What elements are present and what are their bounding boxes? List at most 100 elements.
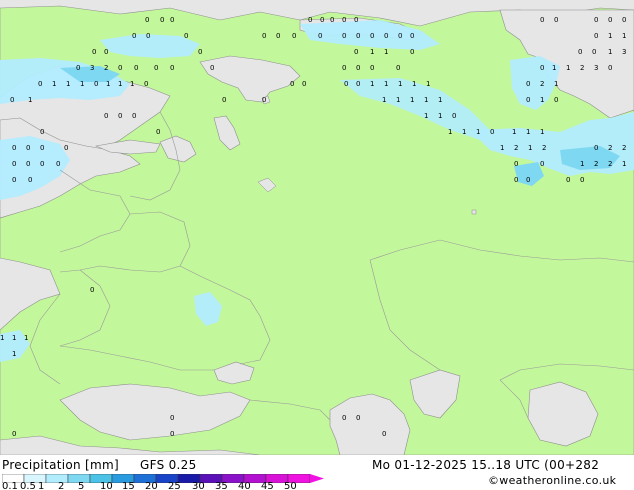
precip-amount-mark: 0 — [144, 80, 148, 88]
precip-amount-mark: 0 — [608, 16, 612, 24]
precip-amount-mark: 0 — [526, 96, 530, 104]
precip-amount-mark: 1 — [12, 350, 16, 358]
legend-overflow-arrow — [310, 474, 324, 483]
precip-amount-mark: 0 — [160, 16, 164, 24]
precip-amount-mark: 0 — [514, 176, 518, 184]
precip-amount-mark: 0 — [396, 64, 400, 72]
precip-amount-mark: 1 — [66, 80, 70, 88]
precip-amount-mark: 0 — [146, 32, 150, 40]
precip-amount-mark: 1 — [384, 48, 388, 56]
precip-amount-mark: 2 — [540, 80, 544, 88]
precip-amount-mark: 0 — [342, 64, 346, 72]
precip-amount-mark: 0 — [104, 48, 108, 56]
legend-tick-label: 45 — [261, 481, 274, 490]
precip-amount-mark: 0 — [318, 32, 322, 40]
precip-amount-mark: 0 — [410, 32, 414, 40]
legend-tick-label: 1 — [38, 481, 45, 490]
precip-amount-mark: 2 — [608, 160, 612, 168]
precip-amount-mark: 0 — [356, 414, 360, 422]
precip-amount-mark: 1 — [118, 80, 122, 88]
precip-amount-mark: 0 — [594, 32, 598, 40]
legend-tick-label: 10 — [100, 481, 113, 490]
precip-amount-mark: 0 — [40, 128, 44, 136]
precip-amount-mark: 2 — [622, 144, 626, 152]
precip-amount-mark: 2 — [542, 144, 546, 152]
map-title: Precipitation [mm] — [2, 458, 119, 472]
precip-amount-mark: 0 — [132, 112, 136, 120]
precip-amount-mark: 0 — [132, 32, 136, 40]
legend-tick-label: 35 — [215, 481, 228, 490]
precip-amount-mark: 0 — [56, 160, 60, 168]
precip-amount-mark: 1 — [476, 128, 480, 136]
precip-amount-mark: 0 — [154, 64, 158, 72]
precip-amount-mark: 1 — [28, 96, 32, 104]
precip-amount-mark: 1 — [552, 64, 556, 72]
precip-amount-mark: 1 — [566, 64, 570, 72]
precip-amount-mark: 2 — [580, 64, 584, 72]
legend-tick-label: 5 — [78, 481, 85, 490]
precipitation-map: 0000000000000000000000000110032000000000… — [0, 0, 634, 455]
precip-amount-mark: 0 — [118, 64, 122, 72]
precip-amount-mark: 1 — [438, 96, 442, 104]
precip-amount-mark: 0 — [580, 176, 584, 184]
precip-amount-mark: 0 — [64, 144, 68, 152]
precip-amount-mark: 2 — [594, 160, 598, 168]
legend-colorbar — [2, 474, 324, 483]
precip-amount-mark: 1 — [80, 80, 84, 88]
precip-amount-mark: 0 — [302, 80, 306, 88]
legend-tick-label: 0.5 — [20, 481, 36, 490]
precip-amount-mark: 1 — [462, 128, 466, 136]
legend-tick-label: 40 — [238, 481, 251, 490]
precip-amount-mark: 0 — [170, 64, 174, 72]
precip-amount-mark: 0 — [26, 160, 30, 168]
precip-amount-mark: 0 — [320, 16, 324, 24]
precip-amount-mark: 0 — [540, 64, 544, 72]
precip-amount-mark: 1 — [608, 32, 612, 40]
precip-amount-mark: 0 — [566, 176, 570, 184]
precip-amount-mark: 0 — [10, 96, 14, 104]
precip-amount-mark: 1 — [500, 144, 504, 152]
precip-amount-mark: 1 — [448, 128, 452, 136]
precip-amount-mark: 0 — [382, 430, 386, 438]
precip-amount-mark: 1 — [512, 128, 516, 136]
legend-tick-label: 0.1 — [2, 481, 18, 490]
precip-amount-mark: 1 — [424, 96, 428, 104]
precip-amount-mark: 0 — [578, 48, 582, 56]
precip-amount-mark: 1 — [0, 334, 4, 342]
precip-amount-mark: 1 — [540, 96, 544, 104]
precip-amount-mark: 0 — [12, 160, 16, 168]
credit: ©weatheronline.co.uk — [488, 474, 617, 487]
precip-amount-mark: 1 — [608, 48, 612, 56]
precip-amount-mark: 0 — [592, 48, 596, 56]
precip-amount-mark: 0 — [344, 80, 348, 88]
model-name: GFS 0.25 — [140, 458, 197, 472]
precip-amount-mark: 0 — [342, 414, 346, 422]
precip-amount-mark: 0 — [276, 32, 280, 40]
precip-amount-mark: 0 — [12, 144, 16, 152]
precip-amount-mark: 0 — [370, 64, 374, 72]
precip-amount-mark: 0 — [170, 16, 174, 24]
precip-amount-mark: 0 — [290, 80, 294, 88]
precip-amount-mark: 0 — [184, 32, 188, 40]
precip-amount-mark: 0 — [554, 96, 558, 104]
precip-amount-mark: 0 — [12, 176, 16, 184]
precip-amount-mark: 0 — [384, 32, 388, 40]
precip-amount-mark: 1 — [622, 32, 626, 40]
precip-amount-mark: 0 — [222, 96, 226, 104]
precip-amount-mark: 0 — [308, 16, 312, 24]
precip-amount-mark: 0 — [90, 286, 94, 294]
precip-amount-mark: 1 — [412, 80, 416, 88]
precip-amount-mark: 0 — [38, 80, 42, 88]
precip-amount-mark: 0 — [354, 48, 358, 56]
legend-tick-label: 20 — [145, 481, 158, 490]
precip-amount-mark: 1 — [424, 112, 428, 120]
precip-amount-mark: 1 — [130, 80, 134, 88]
precip-amount-mark: 1 — [426, 80, 430, 88]
precip-amount-mark: 1 — [410, 96, 414, 104]
legend-swatch — [45, 474, 69, 483]
precip-amount-mark: 1 — [396, 96, 400, 104]
precip-amount-mark: 1 — [622, 160, 626, 168]
precip-amount-mark: 0 — [26, 144, 30, 152]
legend-tick-label: 30 — [192, 481, 205, 490]
precip-amount-mark: 0 — [156, 128, 160, 136]
